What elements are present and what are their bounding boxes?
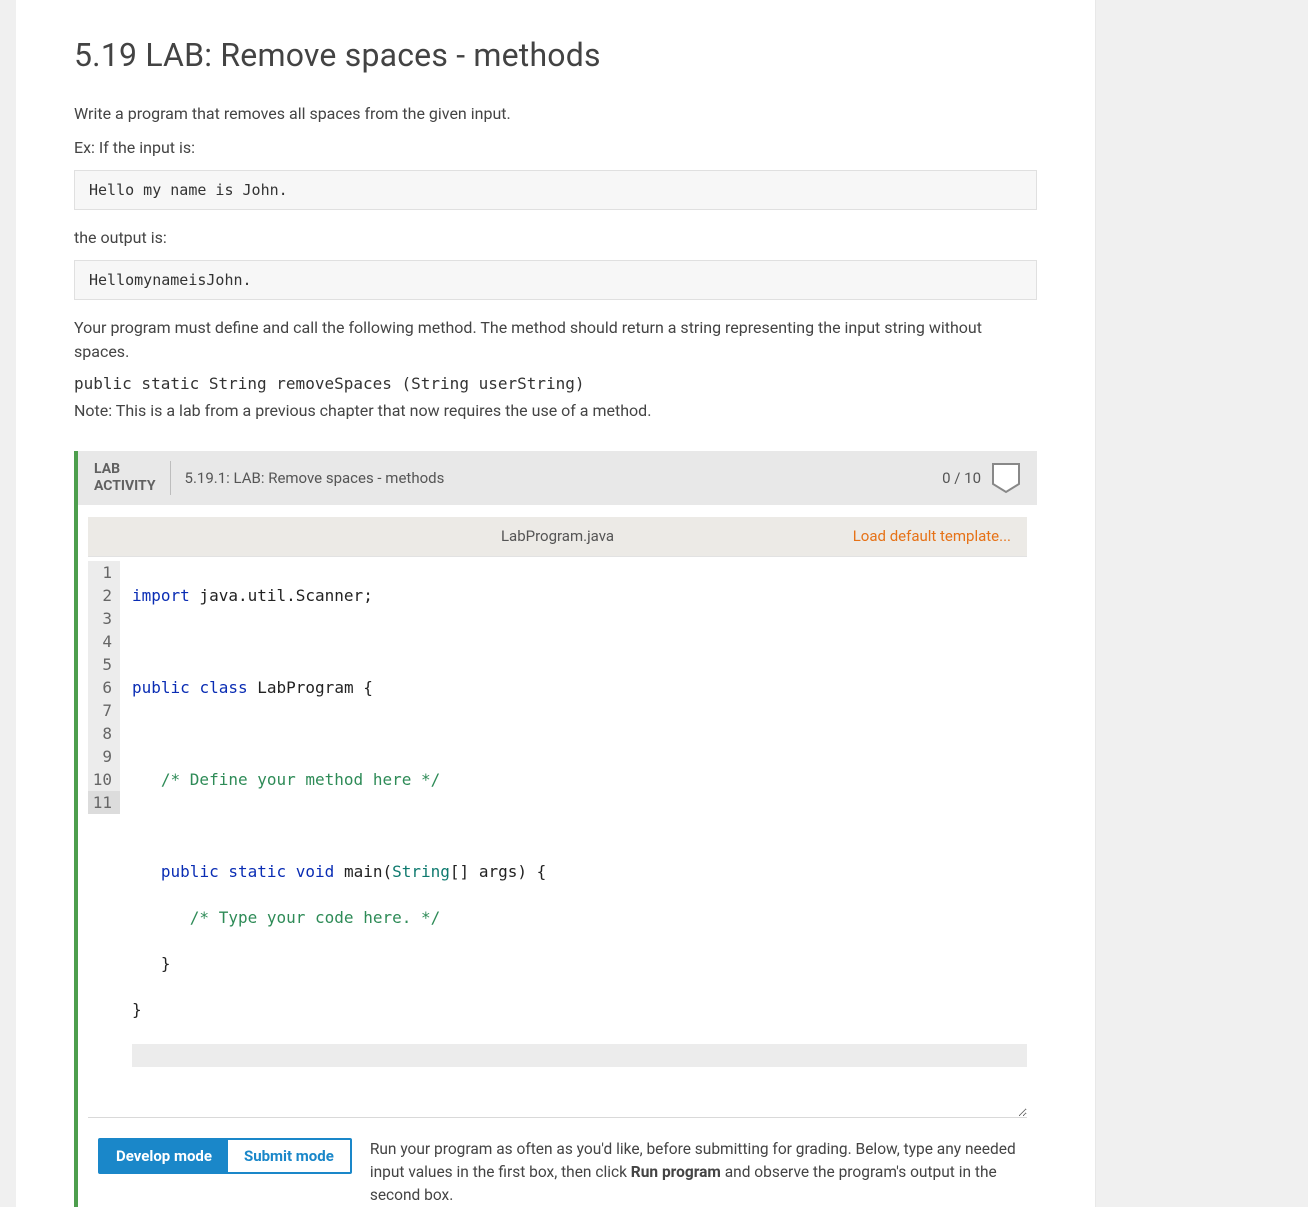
lab-activity-block: LAB ACTIVITY 5.19.1: LAB: Remove spaces …	[74, 451, 1037, 1207]
code-token: String	[392, 862, 450, 881]
code-editor[interactable]: 1234567891011 import java.util.Scanner; …	[88, 557, 1027, 1118]
mode-row: Develop mode Submit mode Run your progra…	[88, 1138, 1027, 1207]
code-token: static	[228, 862, 286, 881]
lab-activity-header: LAB ACTIVITY 5.19.1: LAB: Remove spaces …	[78, 451, 1037, 505]
mode-help-bold: Run program	[631, 1163, 721, 1181]
code-token: }	[132, 1000, 142, 1019]
shield-icon	[991, 462, 1021, 494]
badge-line-1: LAB	[94, 461, 156, 478]
load-default-template-link[interactable]: Load default template...	[853, 527, 1011, 545]
example-input-label: Ex: If the input is:	[74, 136, 1037, 160]
code-token: LabProgram	[257, 678, 353, 697]
submit-mode-button[interactable]: Submit mode	[228, 1140, 350, 1172]
page-title: 5.19 LAB: Remove spaces - methods	[74, 36, 1037, 74]
code-token: java.util.Scanner;	[190, 586, 373, 605]
lab-score: 0 / 10	[942, 469, 981, 487]
code-token: class	[199, 678, 247, 697]
code-token: void	[296, 862, 335, 881]
code-token: {	[354, 678, 373, 697]
develop-mode-button[interactable]: Develop mode	[100, 1140, 228, 1172]
intro-paragraph: Write a program that removes all spaces …	[74, 102, 1037, 126]
editor-filename: LabProgram.java	[501, 527, 614, 545]
example-input-box: Hello my name is John.	[74, 170, 1037, 210]
lab-activity-badge: LAB ACTIVITY	[94, 461, 171, 495]
code-token: public	[161, 862, 219, 881]
editor-tab-bar: LabProgram.java Load default template...	[88, 517, 1027, 557]
mode-help-text: Run your program as often as you'd like,…	[370, 1138, 1017, 1207]
code-comment: /* Type your code here. */	[132, 908, 440, 927]
code-comment: /* Define your method here */	[132, 770, 440, 789]
code-token: (	[382, 862, 392, 881]
code-area[interactable]: import java.util.Scanner; public class L…	[128, 557, 1027, 1117]
code-token: import	[132, 586, 190, 605]
badge-line-2: ACTIVITY	[94, 478, 156, 495]
document-page: 5.19 LAB: Remove spaces - methods Write …	[16, 0, 1096, 1207]
code-token: [] args) {	[450, 862, 546, 881]
code-token: public	[132, 678, 190, 697]
example-output-box: HellomynameisJohn.	[74, 260, 1037, 300]
requirement-text: Your program must define and call the fo…	[74, 316, 1037, 364]
example-output-label: the output is:	[74, 226, 1037, 250]
method-signature: public static String removeSpaces (Strin…	[74, 374, 1037, 393]
code-token: }	[132, 954, 171, 973]
code-token	[132, 862, 161, 881]
lab-activity-title: 5.19.1: LAB: Remove spaces - methods	[185, 469, 943, 487]
note-text: Note: This is a lab from a previous chap…	[74, 399, 1037, 423]
mode-toggle: Develop mode Submit mode	[98, 1138, 352, 1174]
line-number-gutter: 1234567891011	[88, 557, 128, 1117]
code-token: main	[344, 862, 383, 881]
